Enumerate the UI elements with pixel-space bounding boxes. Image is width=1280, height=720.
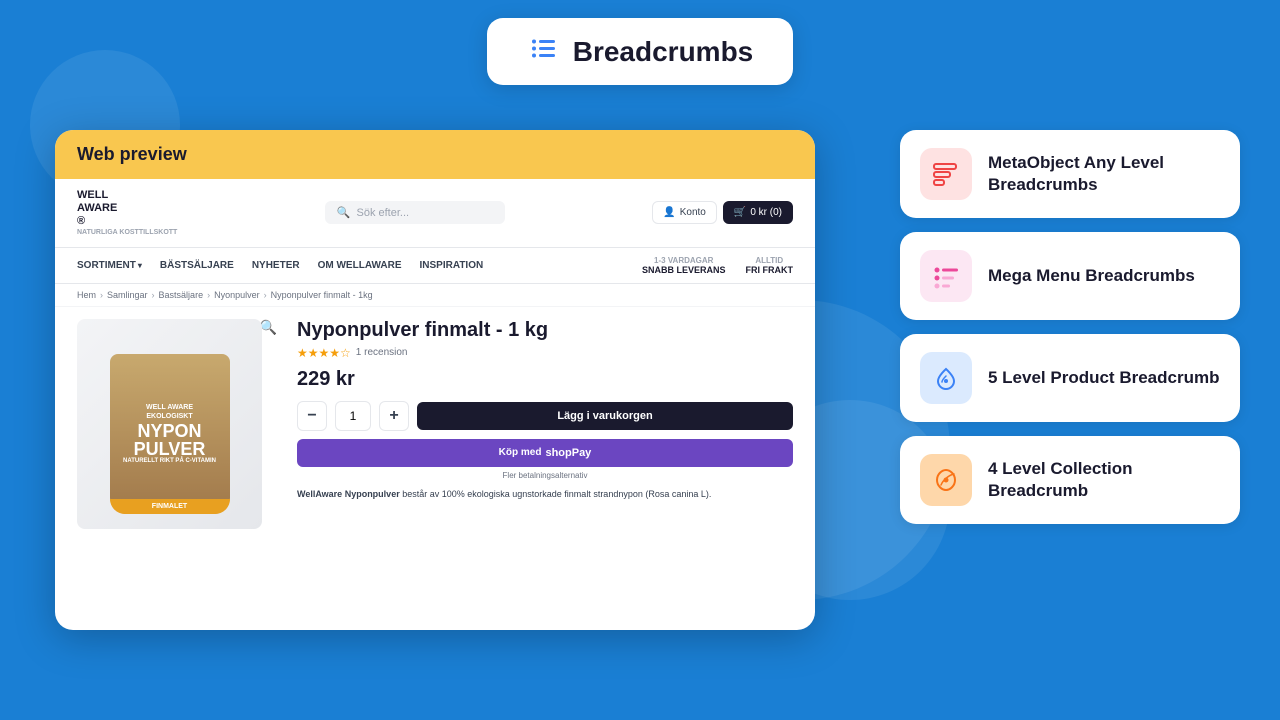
product-breadcrumb-icon (932, 364, 960, 392)
mega-menu-card-title: Mega Menu Breadcrumbs (988, 265, 1195, 287)
nav-news[interactable]: NYHETER (252, 260, 300, 271)
nypon-bag-graphic: WELL AWARE EKOLOGISKT NYPON PULVER NATUR… (110, 354, 230, 514)
review-count: 1 recension (356, 347, 408, 358)
product-image: WELL AWARE EKOLOGISKT NYPON PULVER NATUR… (77, 319, 262, 529)
store-actions: 👤 Konto 🛒 0 kr (0) (652, 201, 793, 224)
bag-nypon: NYPON (137, 422, 201, 440)
metaobject-card-title: MetaObject Any Level Breadcrumbs (988, 152, 1220, 196)
bag-natural: NATURELLT RIKT PÅ C-VITAMIN (123, 458, 216, 464)
cart-icon: 🛒 (734, 207, 746, 218)
product-name: Nyponpulver finmalt - 1 kg (297, 319, 793, 342)
preview-body: WELL AWARE® NATURLIGA KOSTTILLSKOTT 🔍 Sö… (55, 179, 815, 541)
mega-menu-card[interactable]: Mega Menu Breadcrumbs (900, 232, 1240, 320)
buy-now-button[interactable]: Köp med shopPay (297, 439, 793, 467)
bag-brand: WELL AWARE (146, 404, 193, 411)
store-logo: WELL AWARE® NATURLIGA KOSTTILLSKOTT (77, 189, 177, 237)
bc-sep-2: › (152, 290, 155, 300)
quantity-row: − 1 + Lägg i varukorgen (297, 401, 793, 431)
zoom-icon[interactable]: 🔍 (260, 319, 277, 336)
konto-icon: 👤 (663, 207, 675, 218)
list-icon (527, 32, 559, 71)
payment-options-link[interactable]: Fler betalningsalternativ (297, 471, 793, 480)
nav-sortiment[interactable]: SORTIMENT ▾ (77, 260, 142, 271)
search-icon: 🔍 (337, 206, 351, 219)
web-preview-panel: Web preview WELL AWARE® NATURLIGA KOSTTI… (55, 130, 815, 630)
bc-current: Nyponpulver finmalt - 1kg (271, 290, 373, 300)
nav-about[interactable]: OM WELLAWARE (318, 260, 402, 271)
product-price: 229 kr (297, 368, 793, 391)
bc-sep-4: › (264, 290, 267, 300)
logo-line1: WELL (77, 189, 177, 202)
bag-ekologiskt: EKOLOGISKT (146, 413, 192, 420)
qty-value: 1 (335, 401, 371, 431)
page-title: Breadcrumbs (573, 36, 754, 68)
shopify-pay-icon: shopPay (545, 447, 591, 459)
store-topbar: WELL AWARE® NATURLIGA KOSTTILLSKOTT 🔍 Sö… (55, 179, 815, 248)
bc-home[interactable]: Hem (77, 290, 96, 300)
mega-menu-icon-wrap (920, 250, 972, 302)
chevron-down-icon: ▾ (138, 261, 142, 270)
nav-inspiration[interactable]: INSPIRATION (420, 260, 484, 271)
collection-breadcrumb-card[interactable]: 4 Level Collection Breadcrumb (900, 436, 1240, 524)
bag-pulver: PULVER (134, 440, 206, 458)
metaobject-icon (932, 160, 960, 188)
product-breadcrumb-card-title: 5 Level Product Breadcrumb (988, 367, 1219, 389)
collection-breadcrumb-icon (932, 466, 960, 494)
product-details: Nyponpulver finmalt - 1 kg ★★★★☆ 1 recen… (297, 319, 793, 529)
header-bar: Breadcrumbs (0, 0, 1280, 85)
product-area: 🔍 WELL AWARE EKOLOGISKT NYPON PULVER NAT… (55, 307, 815, 541)
bc-samlingar[interactable]: Samlingar (107, 290, 148, 300)
bc-nyponpulver[interactable]: Nyonpulver (214, 290, 260, 300)
bc-sep-1: › (100, 290, 103, 300)
search-bar[interactable]: 🔍 Sök efter... (325, 201, 505, 224)
title-pill: Breadcrumbs (487, 18, 794, 85)
search-placeholder: Sök efter... (357, 207, 410, 219)
product-breadcrumb-icon-wrap (920, 352, 972, 404)
bc-sep-3: › (207, 290, 210, 300)
delivery-speed: 1-3 VARDAGAR SNABB LEVERANS (642, 256, 726, 275)
add-to-cart-button[interactable]: Lägg i varukorgen (417, 402, 793, 430)
breadcrumb-trail: Hem › Samlingar › Bastsäljare › Nyonpulv… (55, 284, 815, 307)
cart-button[interactable]: 🛒 0 kr (0) (723, 201, 793, 224)
logo-line2: AWARE® (77, 202, 177, 228)
mega-menu-icon (932, 262, 960, 290)
nav-bestsellers[interactable]: BÄSTSÄLJARE (160, 260, 234, 271)
nav-items: SORTIMENT ▾ BÄSTSÄLJARE NYHETER OM WELLA… (77, 260, 483, 271)
star-rating: ★★★★☆ (297, 346, 351, 360)
nav-delivery-info: 1-3 VARDAGAR SNABB LEVERANS ALLTID FRI F… (642, 256, 793, 275)
metaobject-card[interactable]: MetaObject Any Level Breadcrumbs (900, 130, 1240, 218)
collection-breadcrumb-card-title: 4 Level Collection Breadcrumb (988, 458, 1220, 502)
product-description: WellAware Nyponpulver består av 100% eko… (297, 488, 793, 502)
qty-increase-button[interactable]: + (379, 401, 409, 431)
product-breadcrumb-card[interactable]: 5 Level Product Breadcrumb (900, 334, 1240, 422)
store-nav: SORTIMENT ▾ BÄSTSÄLJARE NYHETER OM WELLA… (55, 248, 815, 284)
metaobject-icon-wrap (920, 148, 972, 200)
product-image-area: 🔍 WELL AWARE EKOLOGISKT NYPON PULVER NAT… (77, 319, 277, 529)
qty-decrease-button[interactable]: − (297, 401, 327, 431)
bag-footer: FINMALET (110, 499, 230, 514)
konto-button[interactable]: 👤 Konto (652, 201, 717, 224)
logo-tagline: NATURLIGA KOSTTILLSKOTT (77, 229, 177, 237)
right-panel: MetaObject Any Level Breadcrumbs Mega Me… (900, 130, 1240, 524)
collection-breadcrumb-icon-wrap (920, 454, 972, 506)
free-shipping: ALLTID FRI FRAKT (746, 256, 794, 275)
preview-header-label: Web preview (55, 130, 815, 179)
product-rating: ★★★★☆ 1 recension (297, 346, 793, 360)
bc-bastsaljare[interactable]: Bastsäljare (159, 290, 204, 300)
